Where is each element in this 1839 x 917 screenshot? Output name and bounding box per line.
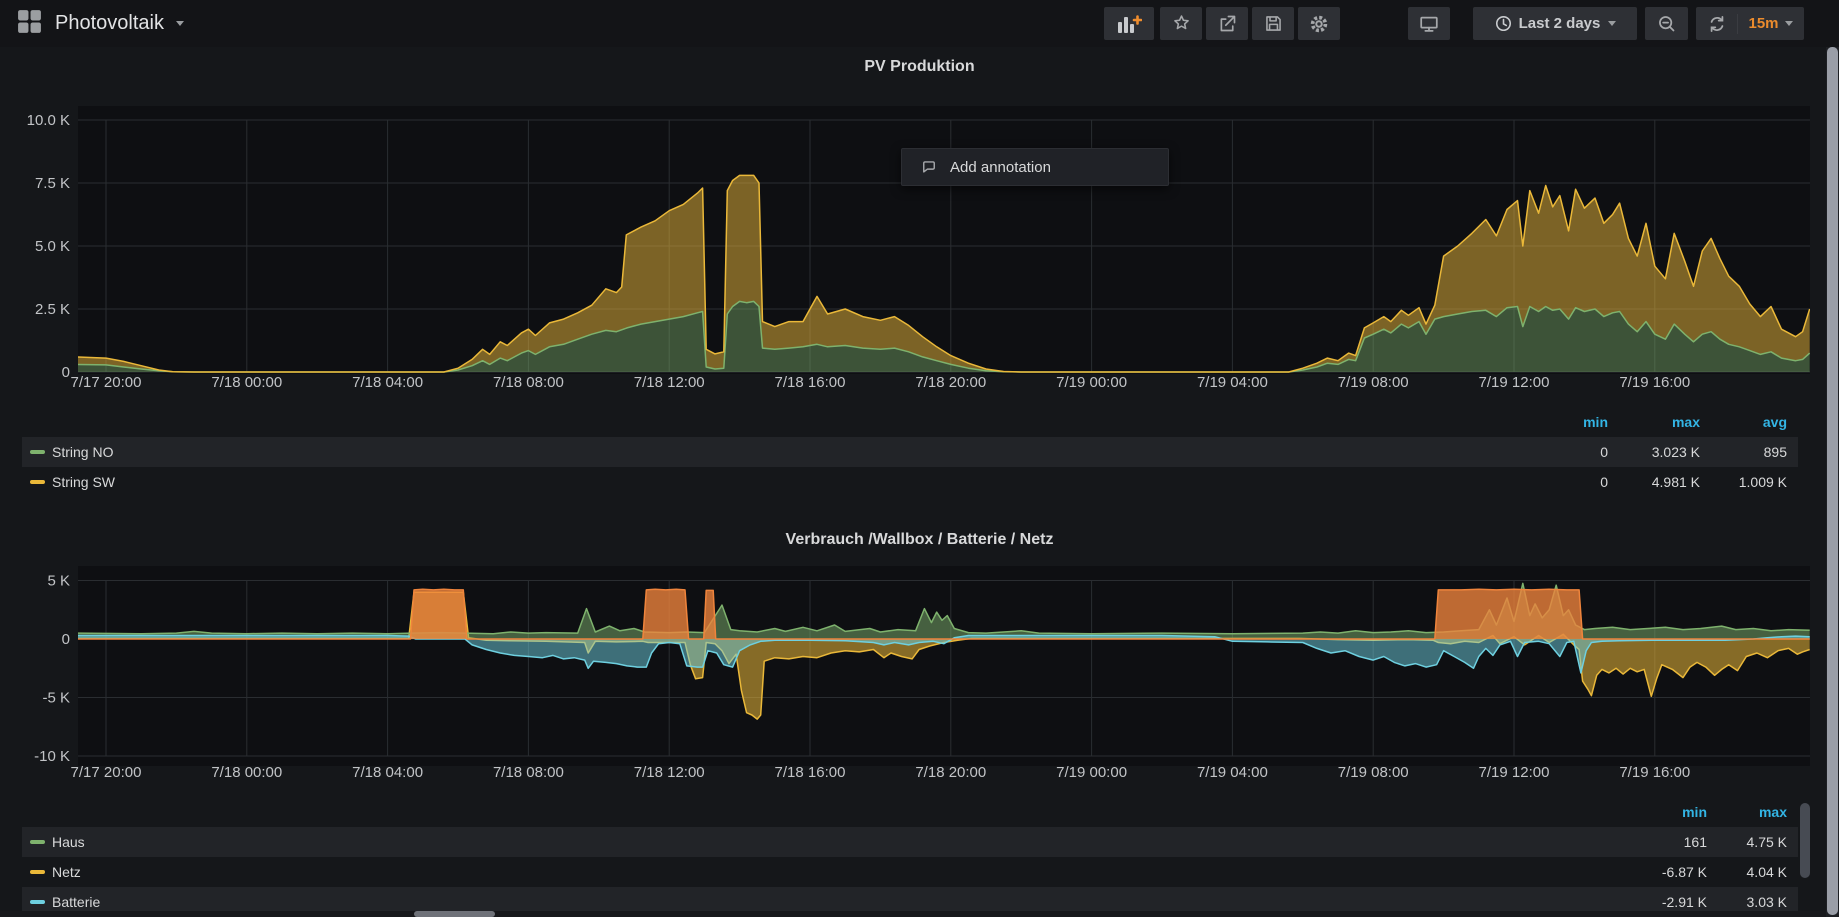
stat-avg: 1.009 K: [1699, 467, 1787, 497]
svg-text:7/18 08:00: 7/18 08:00: [493, 764, 564, 781]
svg-text:-5 K: -5 K: [42, 690, 70, 707]
svg-text:7/19 08:00: 7/19 08:00: [1338, 764, 1409, 781]
svg-text:7/19 04:00: 7/19 04:00: [1197, 374, 1268, 390]
stat-max: 4.75 K: [1699, 827, 1787, 857]
time-range-label: Last 2 days: [1519, 15, 1601, 32]
svg-text:7/19 00:00: 7/19 00:00: [1056, 764, 1127, 781]
svg-text:7/19 16:00: 7/19 16:00: [1619, 764, 1690, 781]
chevron-down-icon: [1608, 21, 1616, 26]
save-button[interactable]: [1252, 7, 1294, 40]
panel-title-pv-produktion[interactable]: PV Produktion: [0, 58, 1839, 76]
navbar: Photovoltaik: [0, 0, 1839, 47]
svg-text:-10 K: -10 K: [34, 748, 70, 765]
dashboard-grid-icon[interactable]: [16, 8, 43, 40]
svg-text:7/18 12:00: 7/18 12:00: [634, 764, 705, 781]
series-swatch-string-sw[interactable]: [30, 480, 45, 484]
horizontal-scrollbar-track[interactable]: [0, 911, 1826, 917]
legend-sort-min[interactable]: min: [1520, 411, 1608, 433]
refresh-button[interactable]: 15m: [1696, 7, 1804, 40]
stat-min: -6.87 K: [1619, 857, 1707, 887]
stat-min: 161: [1619, 827, 1707, 857]
svg-text:7/18 00:00: 7/18 00:00: [211, 764, 282, 781]
legend-sort-min[interactable]: min: [1619, 801, 1707, 823]
tv-mode-button[interactable]: [1408, 7, 1450, 40]
legend-scrollbar-thumb[interactable]: [1800, 803, 1810, 878]
legend-row-string-no: String NO 0 3.023 K 895: [22, 437, 1798, 467]
dashboard-title[interactable]: Photovoltaik: [55, 12, 164, 35]
series-label[interactable]: Haus: [52, 827, 85, 857]
svg-text:7/19 08:00: 7/19 08:00: [1338, 374, 1409, 390]
pv-produktion-chart[interactable]: 7/17 20:00 7/18 00:00 7/18 04:00 7/18 08:00…: [0, 100, 1839, 390]
svg-text:7/18 08:00: 7/18 08:00: [493, 374, 564, 390]
legend-header-row: min max: [22, 801, 1798, 823]
svg-text:0: 0: [62, 364, 70, 381]
series-swatch-haus[interactable]: [30, 840, 45, 844]
svg-text:10.0 K: 10.0 K: [27, 112, 70, 129]
svg-text:5 K: 5 K: [47, 573, 70, 590]
stat-min: 0: [1520, 467, 1608, 497]
legend-row-string-sw: String SW 0 4.981 K 1.009 K: [22, 467, 1798, 497]
svg-text:7/18 16:00: 7/18 16:00: [775, 764, 846, 781]
svg-text:7/18 20:00: 7/18 20:00: [915, 764, 986, 781]
chevron-down-icon: [176, 21, 184, 26]
vertical-scrollbar-thumb[interactable]: [1827, 47, 1838, 915]
legend-sort-max[interactable]: max: [1699, 801, 1787, 823]
horizontal-scrollbar-thumb[interactable]: [414, 911, 495, 917]
legend-header-row: min max avg: [22, 411, 1798, 433]
legend-sort-avg[interactable]: avg: [1699, 411, 1787, 433]
panel-title-verbrauch[interactable]: Verbrauch /Wallbox / Batterie / Netz: [0, 531, 1839, 549]
series-swatch-string-no[interactable]: [30, 450, 45, 454]
svg-text:7/19 00:00: 7/19 00:00: [1056, 374, 1127, 390]
stat-max: 3.023 K: [1612, 437, 1700, 467]
svg-text:7/17 20:00: 7/17 20:00: [71, 374, 142, 390]
verbrauch-chart[interactable]: 7/17 20:00 7/18 00:00 7/18 04:00 7/18 08:00…: [0, 560, 1839, 790]
series-label[interactable]: String SW: [52, 467, 115, 497]
comment-bubble-icon: [920, 158, 938, 176]
svg-text:7/18 04:00: 7/18 04:00: [352, 764, 423, 781]
series-label[interactable]: Netz: [52, 857, 81, 887]
stat-avg: 895: [1699, 437, 1787, 467]
divider: [1737, 14, 1738, 34]
add-annotation-label: Add annotation: [950, 159, 1051, 176]
svg-text:0: 0: [62, 631, 70, 648]
svg-text:7/19 12:00: 7/19 12:00: [1479, 374, 1550, 390]
svg-text:7/18 16:00: 7/18 16:00: [775, 374, 846, 390]
svg-text:5.0 K: 5.0 K: [35, 238, 70, 255]
stat-min: 0: [1520, 437, 1608, 467]
svg-text:7/18 04:00: 7/18 04:00: [352, 374, 423, 390]
stat-max: 4.04 K: [1699, 857, 1787, 887]
svg-text:7/17 20:00: 7/17 20:00: [71, 764, 142, 781]
legend-row-haus: Haus 161 4.75 K: [22, 827, 1798, 857]
refresh-interval-label: 15m: [1748, 15, 1778, 32]
svg-text:7/18 00:00: 7/18 00:00: [211, 374, 282, 390]
svg-text:7/18 20:00: 7/18 20:00: [915, 374, 986, 390]
grafana-dashboard: Photovoltaik: [0, 0, 1839, 917]
legend-sort-max[interactable]: max: [1612, 411, 1700, 433]
star-button[interactable]: [1160, 7, 1202, 40]
add-annotation-menu-item[interactable]: Add annotation: [901, 148, 1169, 186]
series-label[interactable]: String NO: [52, 437, 113, 467]
svg-text:7/19 12:00: 7/19 12:00: [1479, 764, 1550, 781]
series-swatch-netz[interactable]: [30, 870, 45, 874]
svg-text:7/19 16:00: 7/19 16:00: [1619, 374, 1690, 390]
add-panel-button[interactable]: [1104, 7, 1154, 40]
stat-max: 4.981 K: [1612, 467, 1700, 497]
settings-button[interactable]: [1298, 7, 1340, 40]
svg-text:7/18 12:00: 7/18 12:00: [634, 374, 705, 390]
chevron-down-icon: [1785, 21, 1793, 26]
zoom-out-button[interactable]: [1645, 7, 1688, 40]
legend-row-netz: Netz -6.87 K 4.04 K: [22, 857, 1798, 887]
series-swatch-batterie[interactable]: [30, 900, 45, 904]
svg-text:2.5 K: 2.5 K: [35, 301, 70, 318]
svg-text:7/19 04:00: 7/19 04:00: [1197, 764, 1268, 781]
svg-text:7.5 K: 7.5 K: [35, 175, 70, 192]
time-range-picker[interactable]: Last 2 days: [1473, 7, 1637, 40]
share-button[interactable]: [1206, 7, 1248, 40]
